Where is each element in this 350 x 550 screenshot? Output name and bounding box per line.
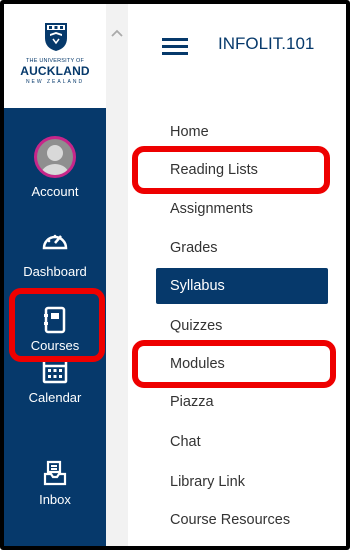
- crest-icon: [45, 23, 67, 51]
- nav-dashboard-label: Dashboard: [23, 264, 87, 279]
- nav-account-label: Account: [31, 184, 79, 199]
- user-icon: [41, 145, 69, 175]
- window-frame: THE UNIVERSITY OF AUCKLAND NEW ZEALAND A…: [0, 0, 350, 550]
- hamburger-icon-bar: [162, 45, 188, 48]
- course-nav-course-resources[interactable]: Course Resources: [156, 502, 328, 538]
- highlight-box-reading-lists: [132, 146, 330, 194]
- nav-scrollbar[interactable]: [106, 4, 128, 546]
- course-nav-chat[interactable]: Chat: [156, 424, 328, 460]
- hamburger-icon-bar: [162, 38, 188, 41]
- university-logo[interactable]: THE UNIVERSITY OF AUCKLAND NEW ZEALAND: [4, 4, 106, 108]
- highlight-box-modules: [132, 340, 336, 388]
- course-code-breadcrumb[interactable]: INFOLIT.101: [218, 34, 314, 54]
- highlight-box-courses: [9, 288, 105, 362]
- logo-text-line3: NEW ZEALAND: [25, 79, 85, 85]
- nav-calendar[interactable]: Calendar: [4, 356, 106, 436]
- course-nav-quizzes[interactable]: Quizzes: [156, 308, 328, 344]
- course-nav-library-link[interactable]: Library Link: [156, 464, 328, 500]
- course-nav-assignments[interactable]: Assignments: [156, 191, 328, 227]
- hamburger-icon-bar: [162, 52, 188, 55]
- course-nav-piazza[interactable]: Piazza: [156, 384, 328, 420]
- inbox-icon: [43, 460, 67, 486]
- avatar: [34, 136, 76, 178]
- course-nav-syllabus[interactable]: Syllabus: [156, 268, 328, 304]
- course-nav-grades[interactable]: Grades: [156, 230, 328, 266]
- chevron-up-icon[interactable]: [111, 28, 123, 38]
- dashboard-icon: [42, 234, 68, 250]
- logo-text-line2: AUCKLAND: [20, 64, 90, 78]
- nav-account[interactable]: Account: [4, 128, 106, 208]
- global-nav: THE UNIVERSITY OF AUCKLAND NEW ZEALAND A…: [4, 4, 106, 546]
- nav-inbox-label: Inbox: [39, 492, 71, 507]
- nav-calendar-label: Calendar: [28, 390, 82, 405]
- course-nav-home[interactable]: Home: [156, 114, 328, 150]
- hamburger-menu-button[interactable]: [162, 38, 188, 56]
- nav-inbox[interactable]: Inbox: [4, 460, 106, 540]
